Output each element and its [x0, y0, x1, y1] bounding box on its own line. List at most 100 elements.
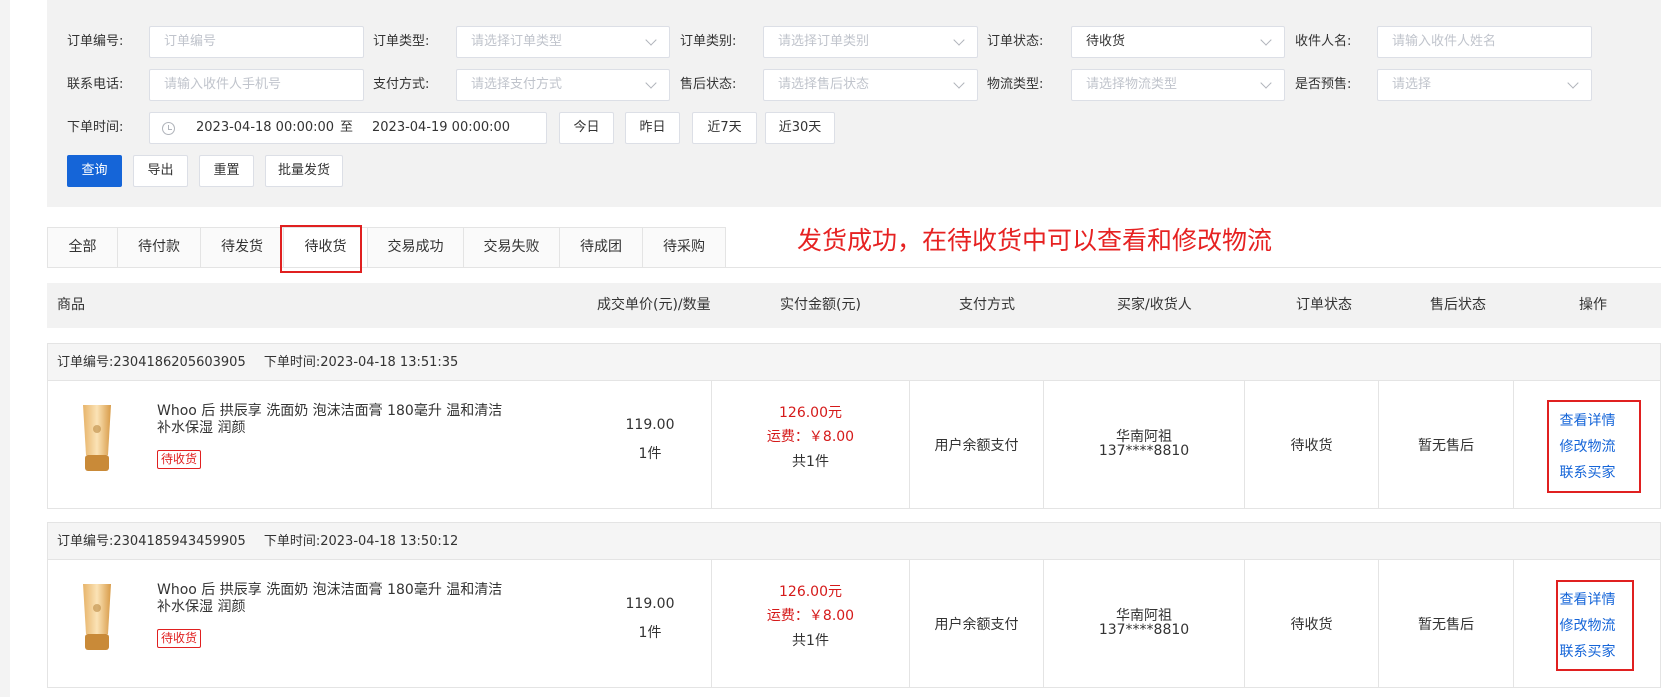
status-cell: 待收货 [1244, 560, 1378, 687]
today-button[interactable]: 今日 [559, 112, 614, 144]
clock-icon [162, 122, 175, 135]
unit-price: 119.00 [625, 417, 675, 433]
quantity: 1件 [638, 446, 662, 462]
tab-all[interactable]: 全部 [47, 227, 118, 268]
paid-amount: 126.00元 [779, 405, 842, 421]
chevron-down-icon [953, 77, 965, 89]
tab-trade-failed[interactable]: 交易失败 [463, 227, 560, 268]
order-card: 订单编号:2304186205603905 下单时间:2023-04-18 13… [47, 343, 1661, 509]
order-card: 订单编号:2304185943459905 下单时间:2023-04-18 13… [47, 522, 1661, 688]
freight: 运费：￥8.00 [766, 429, 855, 445]
reset-button[interactable]: 重置 [199, 155, 254, 187]
quantity: 1件 [638, 625, 662, 641]
tab-pending-purchase[interactable]: 待采购 [642, 227, 726, 268]
col-buyer: 买家/收货人 [1117, 297, 1192, 313]
phone-input[interactable]: 请输入收件人手机号 [149, 69, 364, 101]
pay-method-select[interactable]: 请选择支付方式 [456, 69, 670, 101]
order-status-select[interactable]: 待收货 [1071, 26, 1285, 58]
product-name[interactable]: Whoo 后 拱辰享 洗面奶 泡沫洁面膏 180毫升 温和清洁补水保湿 润颜 [157, 403, 507, 437]
status-cell: 待收货 [1244, 381, 1378, 508]
presale-label: 是否预售: [1295, 77, 1352, 92]
status-tag: 待收货 [157, 450, 202, 469]
date-range-picker[interactable]: 2023-04-18 00:00:00 至 2023-04-19 00:00:0… [149, 112, 547, 144]
tab-trade-success[interactable]: 交易成功 [367, 227, 464, 268]
operations-highlight-box [1547, 400, 1641, 493]
table-header: 商品 成交单价(元)/数量 实付金额(元) 支付方式 买家/收货人 订单状态 售… [47, 283, 1661, 328]
product-cell: Whoo 后 拱辰享 洗面奶 泡沫洁面膏 180毫升 温和清洁补水保湿 润颜 待… [48, 381, 711, 508]
order-header: 订单编号:2304186205603905 下单时间:2023-04-18 13… [48, 344, 1660, 381]
pay-method-label: 支付方式: [373, 77, 430, 92]
receiver-name-input[interactable]: 请输入收件人姓名 [1377, 26, 1592, 58]
tab-pending-shipment[interactable]: 待发货 [200, 227, 284, 268]
left-sidebar-edge [0, 0, 10, 697]
order-type-label: 订单类型: [373, 34, 430, 49]
tab-pending-payment[interactable]: 待付款 [117, 227, 201, 268]
last-30-days-button[interactable]: 近30天 [765, 112, 835, 144]
chevron-down-icon [1567, 77, 1579, 89]
date-separator: 至 [340, 120, 354, 135]
order-status: 待收货 [1290, 617, 1333, 633]
product-image[interactable] [80, 582, 114, 654]
order-type-placeholder: 请选择订单类型 [471, 34, 563, 49]
product-image[interactable] [80, 403, 114, 475]
paid-amount: 126.00元 [779, 584, 842, 600]
chevron-down-icon [1260, 77, 1272, 89]
order-category-select[interactable]: 请选择订单类别 [763, 26, 978, 58]
order-status: 待收货 [1290, 438, 1333, 454]
unit-price: 119.00 [625, 596, 675, 612]
buyer-cell: 华南阿祖 137****8810 [1043, 381, 1244, 508]
after-sale-cell: 暂无售后 [1378, 560, 1513, 687]
date-start[interactable]: 2023-04-18 00:00:00 [196, 113, 334, 143]
tab-pending-group[interactable]: 待成团 [559, 227, 643, 268]
presale-placeholder: 请选择 [1392, 77, 1432, 92]
chevron-down-icon [953, 34, 965, 46]
last-7-days-button[interactable]: 近7天 [692, 112, 757, 144]
order-category-label: 订单类别: [680, 34, 737, 49]
status-tag: 待收货 [157, 629, 202, 648]
col-pay-method: 支付方式 [959, 297, 1015, 313]
presale-select[interactable]: 请选择 [1377, 69, 1592, 101]
pay-method-cell: 用户余额支付 [909, 560, 1043, 687]
col-after-sale: 售后状态 [1430, 297, 1486, 313]
yesterday-button[interactable]: 昨日 [625, 112, 680, 144]
export-button[interactable]: 导出 [133, 155, 188, 187]
order-type-select[interactable]: 请选择订单类型 [456, 26, 670, 58]
filter-panel: 订单编号: 订单编号 订单类型: 请选择订单类型 订单类别: 请选择订单类别 订… [47, 0, 1661, 207]
pay-method-placeholder: 请选择支付方式 [471, 77, 563, 92]
after-sale-select[interactable]: 请选择售后状态 [763, 69, 978, 101]
logistics-type-label: 物流类型: [987, 77, 1044, 92]
col-price-qty: 成交单价(元)/数量 [597, 297, 711, 313]
col-operations: 操作 [1579, 297, 1607, 313]
buyer-phone: 137****8810 [1098, 443, 1190, 459]
total-items: 共1件 [792, 454, 829, 470]
product-name[interactable]: Whoo 后 拱辰享 洗面奶 泡沫洁面膏 180毫升 温和清洁补水保湿 润颜 [157, 582, 507, 616]
batch-ship-button[interactable]: 批量发货 [265, 155, 343, 187]
col-paid-amount: 实付金额(元) [780, 297, 861, 313]
order-time-label: 下单时间: [67, 120, 124, 135]
pay-method: 用户余额支付 [934, 438, 1019, 454]
order-no-label: 订单编号: [67, 34, 124, 49]
phone-label: 联系电话: [67, 77, 124, 92]
order-number: 订单编号:2304185943459905 [57, 534, 246, 549]
order-header: 订单编号:2304185943459905 下单时间:2023-04-18 13… [48, 523, 1660, 560]
after-sale-status: 暂无售后 [1418, 438, 1474, 454]
order-no-input[interactable]: 订单编号 [149, 26, 364, 58]
annotation-text: 发货成功，在待收货中可以查看和修改物流 [797, 226, 1273, 255]
pay-method-cell: 用户余额支付 [909, 381, 1043, 508]
date-end[interactable]: 2023-04-19 00:00:00 [372, 113, 510, 143]
logistics-type-placeholder: 请选择物流类型 [1086, 77, 1178, 92]
operations-highlight-box [1556, 580, 1634, 671]
chevron-down-icon [645, 34, 657, 46]
col-product: 商品 [57, 297, 85, 313]
logistics-type-select[interactable]: 请选择物流类型 [1071, 69, 1285, 101]
active-tab-highlight-box [280, 225, 362, 273]
receiver-name-label: 收件人名: [1295, 34, 1352, 49]
after-sale-status: 暂无售后 [1418, 617, 1474, 633]
order-time: 下单时间:2023-04-18 13:50:12 [263, 534, 459, 549]
order-time: 下单时间:2023-04-18 13:51:35 [263, 355, 459, 370]
order-number: 订单编号:2304186205603905 [57, 355, 246, 370]
after-sale-cell: 暂无售后 [1378, 381, 1513, 508]
query-button[interactable]: 查询 [67, 155, 122, 187]
product-cell: Whoo 后 拱辰享 洗面奶 泡沫洁面膏 180毫升 温和清洁补水保湿 润颜 待… [48, 560, 711, 687]
paid-cell: 126.00元 运费：￥8.00 共1件 [711, 560, 909, 687]
